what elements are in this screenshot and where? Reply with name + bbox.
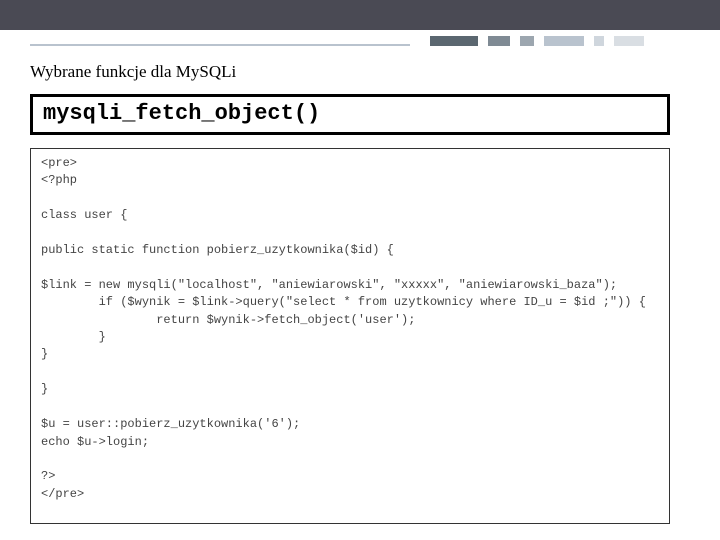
accent-bar xyxy=(544,36,584,46)
section-title: Wybrane funkcje dla MySQLi xyxy=(30,62,236,82)
slide: Wybrane funkcje dla MySQLi mysqli_fetch_… xyxy=(0,0,720,540)
code-line: return $wynik->fetch_object('user'); xyxy=(41,313,415,327)
code-line: </pre> xyxy=(41,487,84,501)
code-line: $link = new mysqli("localhost", "aniewia… xyxy=(41,278,617,292)
accent-bar xyxy=(488,36,510,46)
code-line: } xyxy=(41,347,48,361)
header-divider xyxy=(30,44,410,46)
code-line: $u = user::pobierz_uzytkownika('6'); xyxy=(41,417,300,431)
code-line: if ($wynik = $link->query("select * from… xyxy=(41,295,646,309)
accent-bar xyxy=(594,36,604,46)
accent-bar xyxy=(614,36,644,46)
code-line: <?php xyxy=(41,173,77,187)
code-line: public static function pobierz_uzytkowni… xyxy=(41,243,394,257)
header-accent-bars xyxy=(430,36,644,50)
accent-bar xyxy=(520,36,534,46)
code-line: echo $u->login; xyxy=(41,435,149,449)
accent-bar xyxy=(430,36,478,46)
function-name-box: mysqli_fetch_object() xyxy=(30,94,670,135)
function-name: mysqli_fetch_object() xyxy=(43,101,320,126)
code-box: <pre> <?php class user { public static f… xyxy=(30,148,670,524)
code-line: } xyxy=(41,382,48,396)
code-line: class user { xyxy=(41,208,127,222)
header-stripe xyxy=(0,0,720,30)
code-line: } xyxy=(41,330,106,344)
code-listing: <pre> <?php class user { public static f… xyxy=(41,155,659,503)
code-line: <pre> xyxy=(41,156,77,170)
code-line: ?> xyxy=(41,469,55,483)
